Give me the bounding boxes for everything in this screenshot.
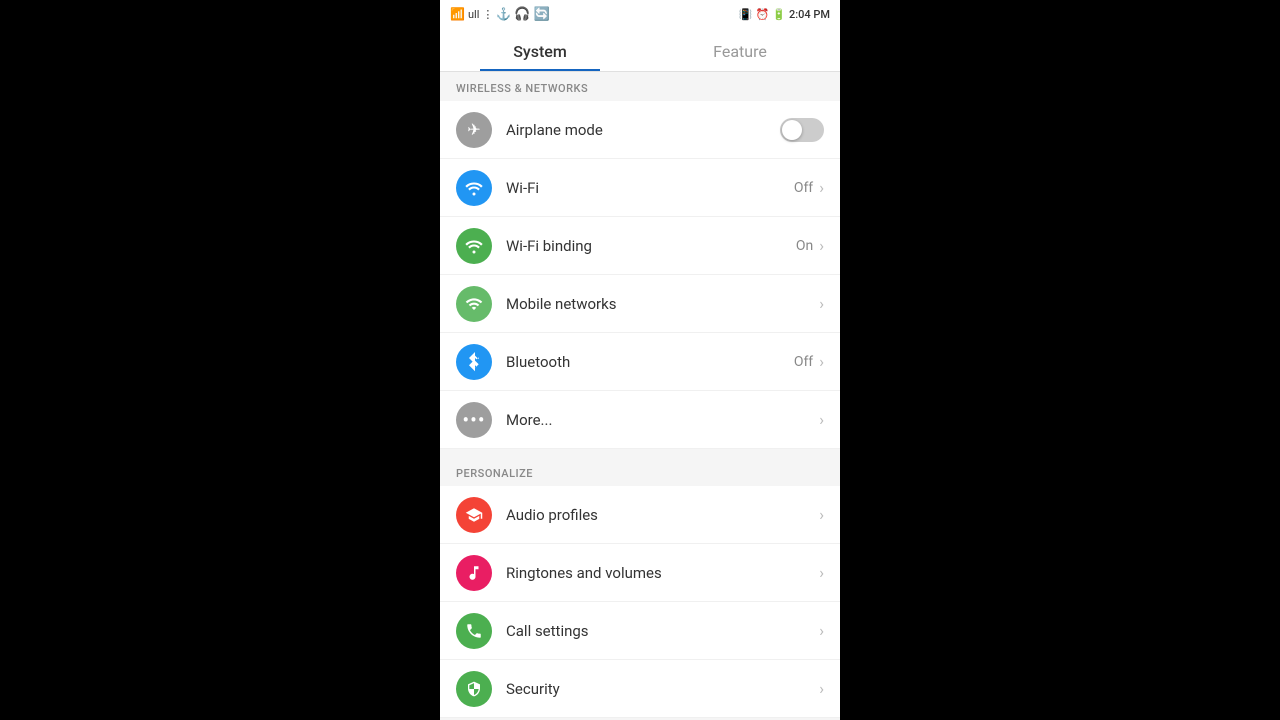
section-header-wireless: WIRELESS & NETWORKS xyxy=(440,72,840,101)
wireless-list: ✈ Airplane mode Wi-Fi Off › xyxy=(440,101,840,449)
menu-icon: ⋮ xyxy=(482,8,493,21)
wifi-value: Off xyxy=(794,180,813,196)
wifi-binding-icon xyxy=(456,228,492,264)
settings-item-more[interactable]: ••• More... › xyxy=(440,391,840,449)
wifi-label: Wi-Fi xyxy=(506,179,794,197)
settings-item-wifi[interactable]: Wi-Fi Off › xyxy=(440,159,840,217)
audio-profiles-icon xyxy=(456,497,492,533)
alarm-icon: ⏰ xyxy=(756,8,770,21)
more-icon: ••• xyxy=(456,402,492,438)
section-header-personalize: PERSONALIZE xyxy=(440,457,840,486)
call-settings-chevron: › xyxy=(819,621,824,640)
security-label: Security xyxy=(506,680,819,698)
wifi-binding-label: Wi-Fi binding xyxy=(506,237,796,255)
mobile-networks-label: Mobile networks xyxy=(506,295,819,313)
status-right: 📳 ⏰ 🔋 2:04 PM xyxy=(739,8,830,21)
call-settings-label: Call settings xyxy=(506,622,819,640)
phone-screen: 📶 ull ⋮ ⚓ 🎧 🔄 📳 ⏰ 🔋 2:04 PM System Featu… xyxy=(440,0,840,720)
tab-bar: System Feature xyxy=(440,28,840,72)
more-label: More... xyxy=(506,411,819,429)
airplane-mode-toggle[interactable] xyxy=(780,118,824,142)
time-display: 2:04 PM xyxy=(789,8,830,21)
headphone-icon: 🎧 xyxy=(514,7,530,22)
signal-bars: ull xyxy=(468,8,479,21)
settings-item-airplane-mode[interactable]: ✈ Airplane mode xyxy=(440,101,840,159)
status-bar: 📶 ull ⋮ ⚓ 🎧 🔄 📳 ⏰ 🔋 2:04 PM xyxy=(440,0,840,28)
tab-system[interactable]: System xyxy=(440,28,640,71)
security-chevron: › xyxy=(819,679,824,698)
personalize-list: Audio profiles › Ringtones and volumes › xyxy=(440,486,840,718)
more-chevron: › xyxy=(819,410,824,429)
status-left: 📶 ull ⋮ ⚓ 🎧 🔄 xyxy=(450,7,550,22)
signal-icon: 📶 xyxy=(450,7,465,21)
bluetooth-chevron: › xyxy=(819,352,824,371)
airplane-mode-icon: ✈ xyxy=(456,112,492,148)
mobile-networks-icon xyxy=(456,286,492,322)
settings-item-ringtones[interactable]: Ringtones and volumes › xyxy=(440,544,840,602)
sync-icon: 🔄 xyxy=(534,7,550,22)
tab-feature[interactable]: Feature xyxy=(640,28,840,71)
battery-icon: 🔋 xyxy=(772,8,786,21)
airplane-mode-label: Airplane mode xyxy=(506,121,780,139)
settings-item-audio-profiles[interactable]: Audio profiles › xyxy=(440,486,840,544)
section-gap xyxy=(440,449,840,457)
usb-icon: ⚓ xyxy=(496,7,511,21)
mobile-networks-chevron: › xyxy=(819,294,824,313)
security-icon xyxy=(456,671,492,707)
wifi-binding-chevron: › xyxy=(819,236,824,255)
settings-item-call-settings[interactable]: Call settings › xyxy=(440,602,840,660)
vibrate-icon: 📳 xyxy=(739,8,753,21)
ringtones-label: Ringtones and volumes xyxy=(506,564,819,582)
wifi-chevron: › xyxy=(819,178,824,197)
audio-profiles-label: Audio profiles xyxy=(506,506,819,524)
wifi-icon xyxy=(456,170,492,206)
bluetooth-label: Bluetooth xyxy=(506,353,794,371)
bluetooth-icon xyxy=(456,344,492,380)
ringtones-chevron: › xyxy=(819,563,824,582)
call-settings-icon xyxy=(456,613,492,649)
settings-item-mobile-networks[interactable]: Mobile networks › xyxy=(440,275,840,333)
settings-item-security[interactable]: Security › xyxy=(440,660,840,718)
bluetooth-value: Off xyxy=(794,354,813,370)
wifi-binding-value: On xyxy=(796,238,813,254)
ringtones-icon xyxy=(456,555,492,591)
audio-profiles-chevron: › xyxy=(819,505,824,524)
settings-content: WIRELESS & NETWORKS ✈ Airplane mode Wi-F… xyxy=(440,72,840,720)
settings-item-wifi-binding[interactable]: Wi-Fi binding On › xyxy=(440,217,840,275)
settings-item-bluetooth[interactable]: Bluetooth Off › xyxy=(440,333,840,391)
